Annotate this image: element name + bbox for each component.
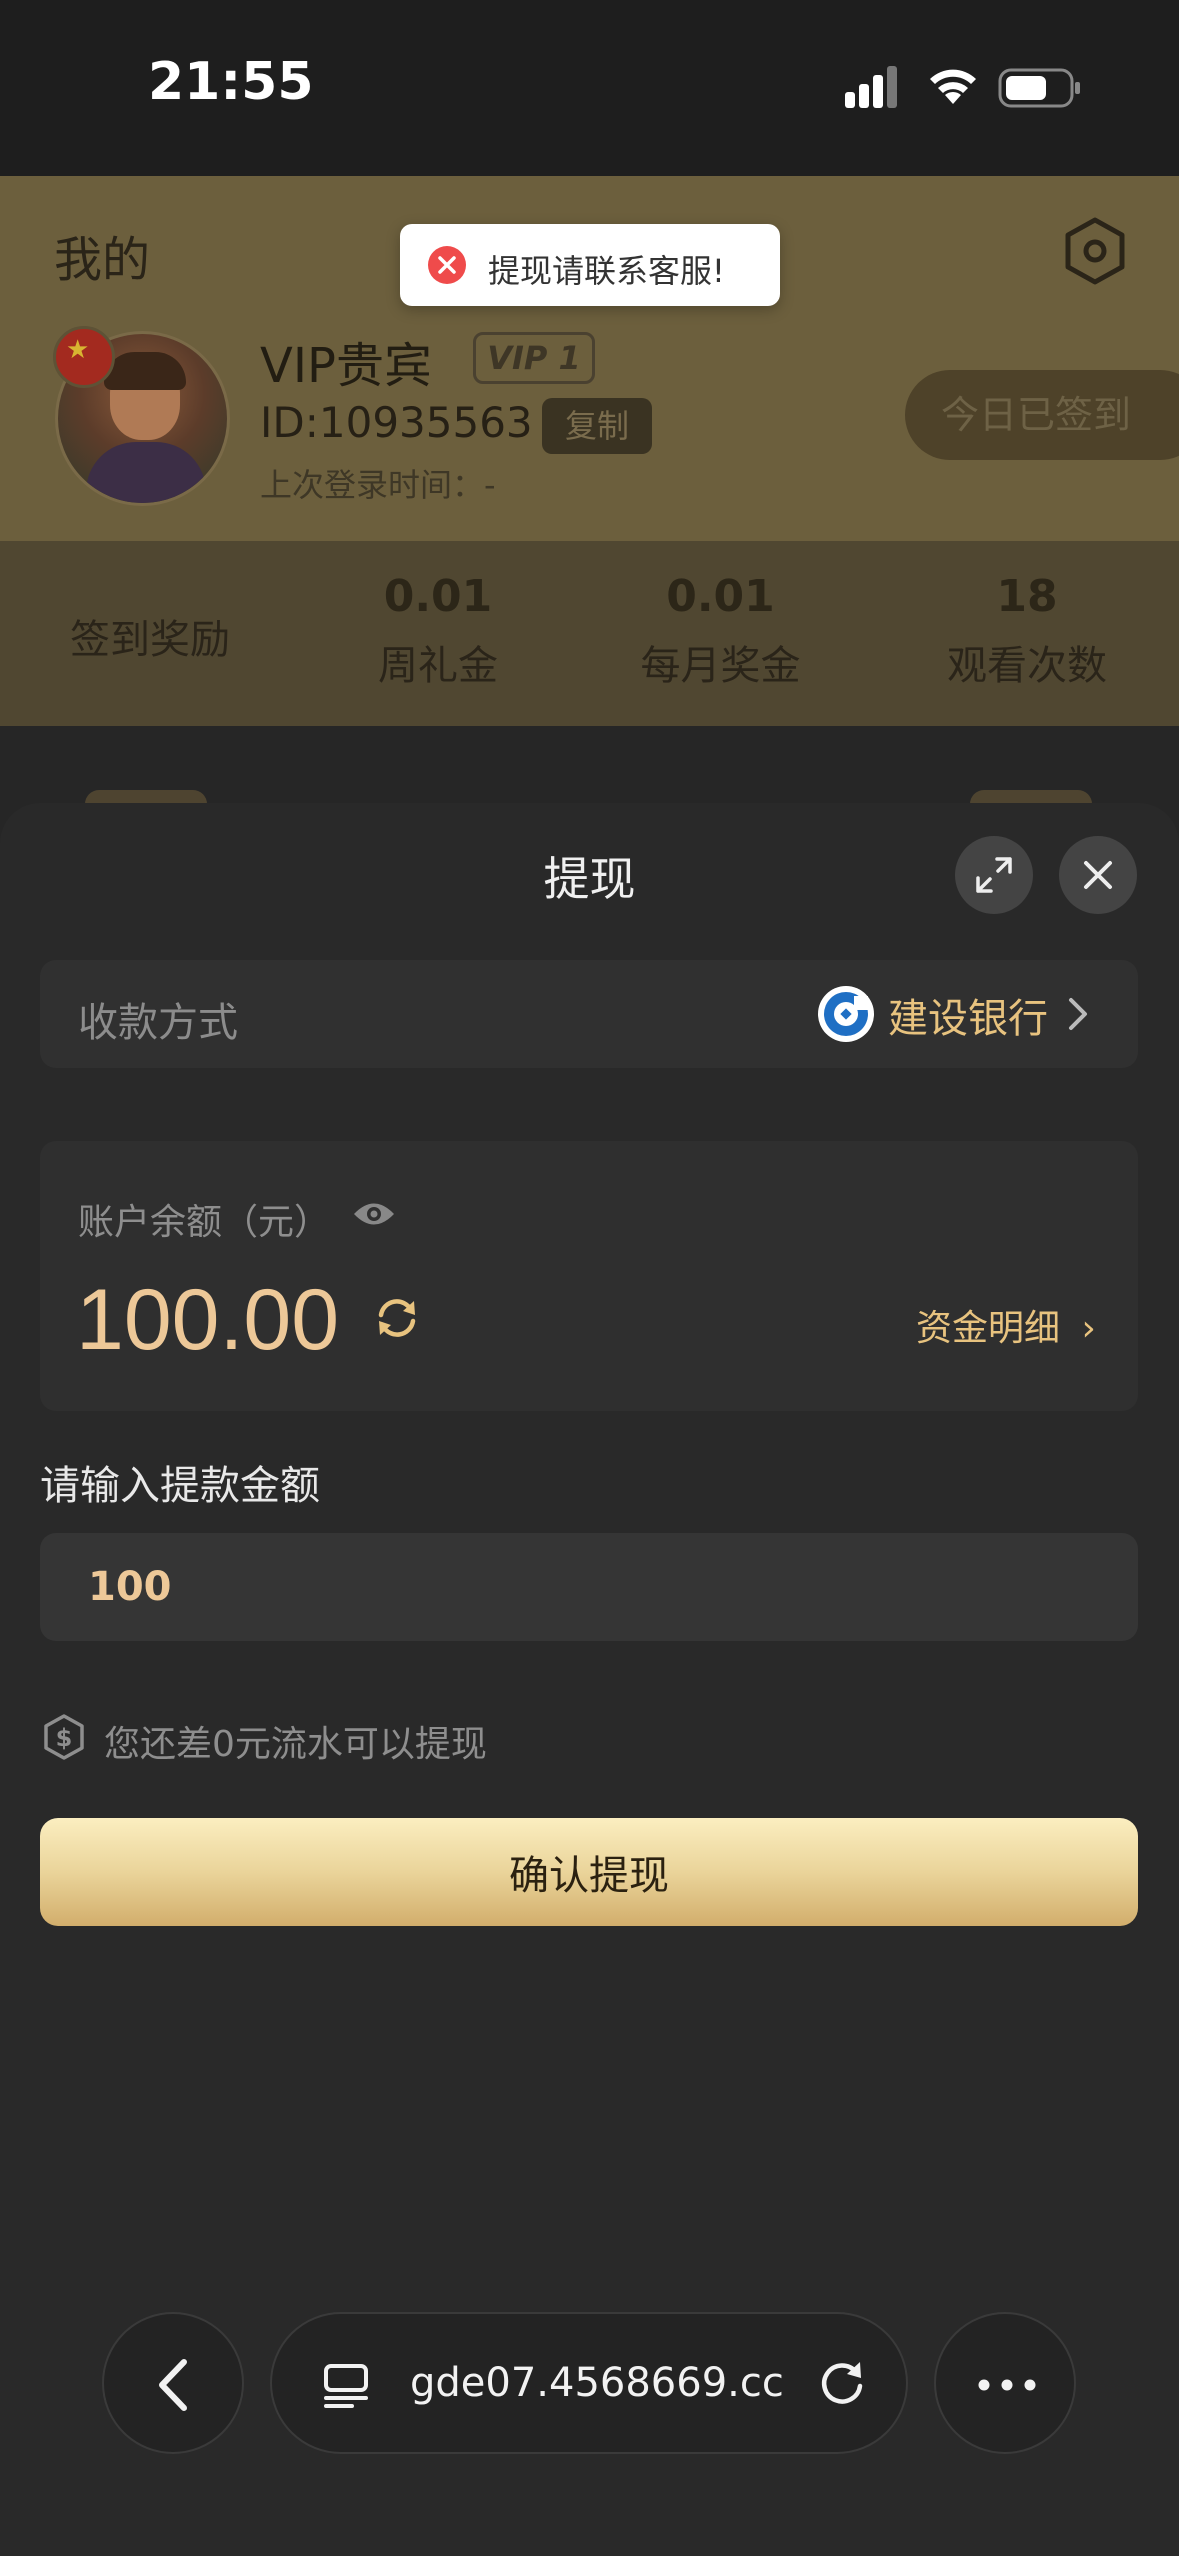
more-icon xyxy=(978,2379,1036,2391)
user-id: ID:10935563 xyxy=(260,398,533,447)
payment-method-row[interactable]: 收款方式 建设银行 xyxy=(40,960,1138,1068)
stat-view-count[interactable]: 18 观看次数 xyxy=(942,571,1112,691)
close-icon xyxy=(1084,861,1112,889)
bank-name: 建设银行 xyxy=(888,996,1048,1042)
refresh-icon[interactable] xyxy=(372,1293,422,1343)
stat-label: 每月奖金 xyxy=(640,643,801,689)
dollar-badge-icon: $ xyxy=(44,1714,84,1760)
page: 21:55 我的 ★ VIP贵宾 VIP 1 ID:10935563 复制 上次… xyxy=(0,0,1179,2556)
signin-reward-label[interactable]: 签到奖励 xyxy=(70,607,230,665)
close-button[interactable] xyxy=(1059,836,1137,914)
toast-message: 提现请联系客服! xyxy=(488,252,725,290)
balance-amount: 100.00 xyxy=(76,1272,340,1368)
checkin-button[interactable]: 今日已签到 xyxy=(905,370,1179,460)
stat-value: 0.01 xyxy=(383,571,493,622)
avatar-hair xyxy=(104,352,186,390)
withdraw-sheet: 提现 收款方式 建设银行 账户余额（元） 100.00 资金明细 › 请输入提款… xyxy=(0,803,1179,2556)
fund-detail-link[interactable]: 资金明细 › xyxy=(916,1299,1096,1351)
amount-input-label: 请输入提款金额 xyxy=(40,1463,320,1509)
url-text: gde07.4568669.cc xyxy=(410,2360,784,2406)
error-toast: 提现请联系客服! xyxy=(400,224,780,306)
payment-method-label: 收款方式 xyxy=(78,1000,238,1046)
wifi-icon xyxy=(930,69,976,104)
vip-level-badge: VIP 1 xyxy=(473,332,595,384)
confirm-withdraw-button[interactable]: 确认提现 xyxy=(40,1818,1138,1926)
error-icon xyxy=(428,246,466,284)
eye-icon[interactable] xyxy=(352,1199,396,1229)
turnover-hint: 您还差0元流水可以提现 xyxy=(104,1724,487,1765)
settings-icon[interactable] xyxy=(1060,216,1130,286)
browser-back-button[interactable] xyxy=(102,2312,244,2454)
svg-text:$: $ xyxy=(56,1724,73,1752)
chevron-left-icon xyxy=(159,2359,187,2411)
status-bar: 21:55 xyxy=(0,0,1179,176)
more-options-button[interactable] xyxy=(934,2312,1076,2454)
cellular-signal-icon xyxy=(845,66,897,108)
expand-button[interactable] xyxy=(955,836,1033,914)
flag-star-icon: ★ xyxy=(66,335,90,365)
expand-icon xyxy=(976,857,1012,893)
avatar-body xyxy=(86,442,206,503)
battery-icon xyxy=(998,68,1080,108)
stat-monthly-bonus[interactable]: 0.01 每月奖金 xyxy=(638,571,803,691)
withdraw-amount-input[interactable] xyxy=(40,1533,1138,1641)
balance-label: 账户余额（元） xyxy=(78,1202,331,1243)
reload-icon[interactable] xyxy=(816,2358,868,2410)
fund-detail-label: 资金明细 xyxy=(916,1308,1061,1349)
chevron-right-icon: › xyxy=(1081,1308,1096,1349)
ccb-bank-logo-icon xyxy=(818,986,874,1042)
page-title: 我的 xyxy=(54,232,151,288)
rewards-stats: 签到奖励 0.01 周礼金 0.01 每月奖金 18 观看次数 xyxy=(0,541,1179,726)
balance-card: 账户余额（元） 100.00 资金明细 › xyxy=(40,1141,1138,1411)
stat-label: 观看次数 xyxy=(947,643,1107,689)
stat-weekly-bonus[interactable]: 0.01 周礼金 xyxy=(368,571,508,691)
user-name: VIP贵宾 xyxy=(260,338,432,394)
chevron-right-icon xyxy=(1069,998,1087,1030)
status-time: 21:55 xyxy=(148,52,314,112)
copy-id-button[interactable]: 复制 xyxy=(542,398,652,454)
tabs-icon[interactable] xyxy=(322,2362,370,2410)
country-flag-icon: ★ xyxy=(53,326,115,388)
stat-value: 0.01 xyxy=(666,571,775,622)
stat-label: 周礼金 xyxy=(378,643,498,689)
stat-value: 18 xyxy=(996,571,1058,622)
last-login-time: 上次登录时间：- xyxy=(260,466,496,504)
url-bar[interactable]: gde07.4568669.cc xyxy=(270,2312,908,2454)
